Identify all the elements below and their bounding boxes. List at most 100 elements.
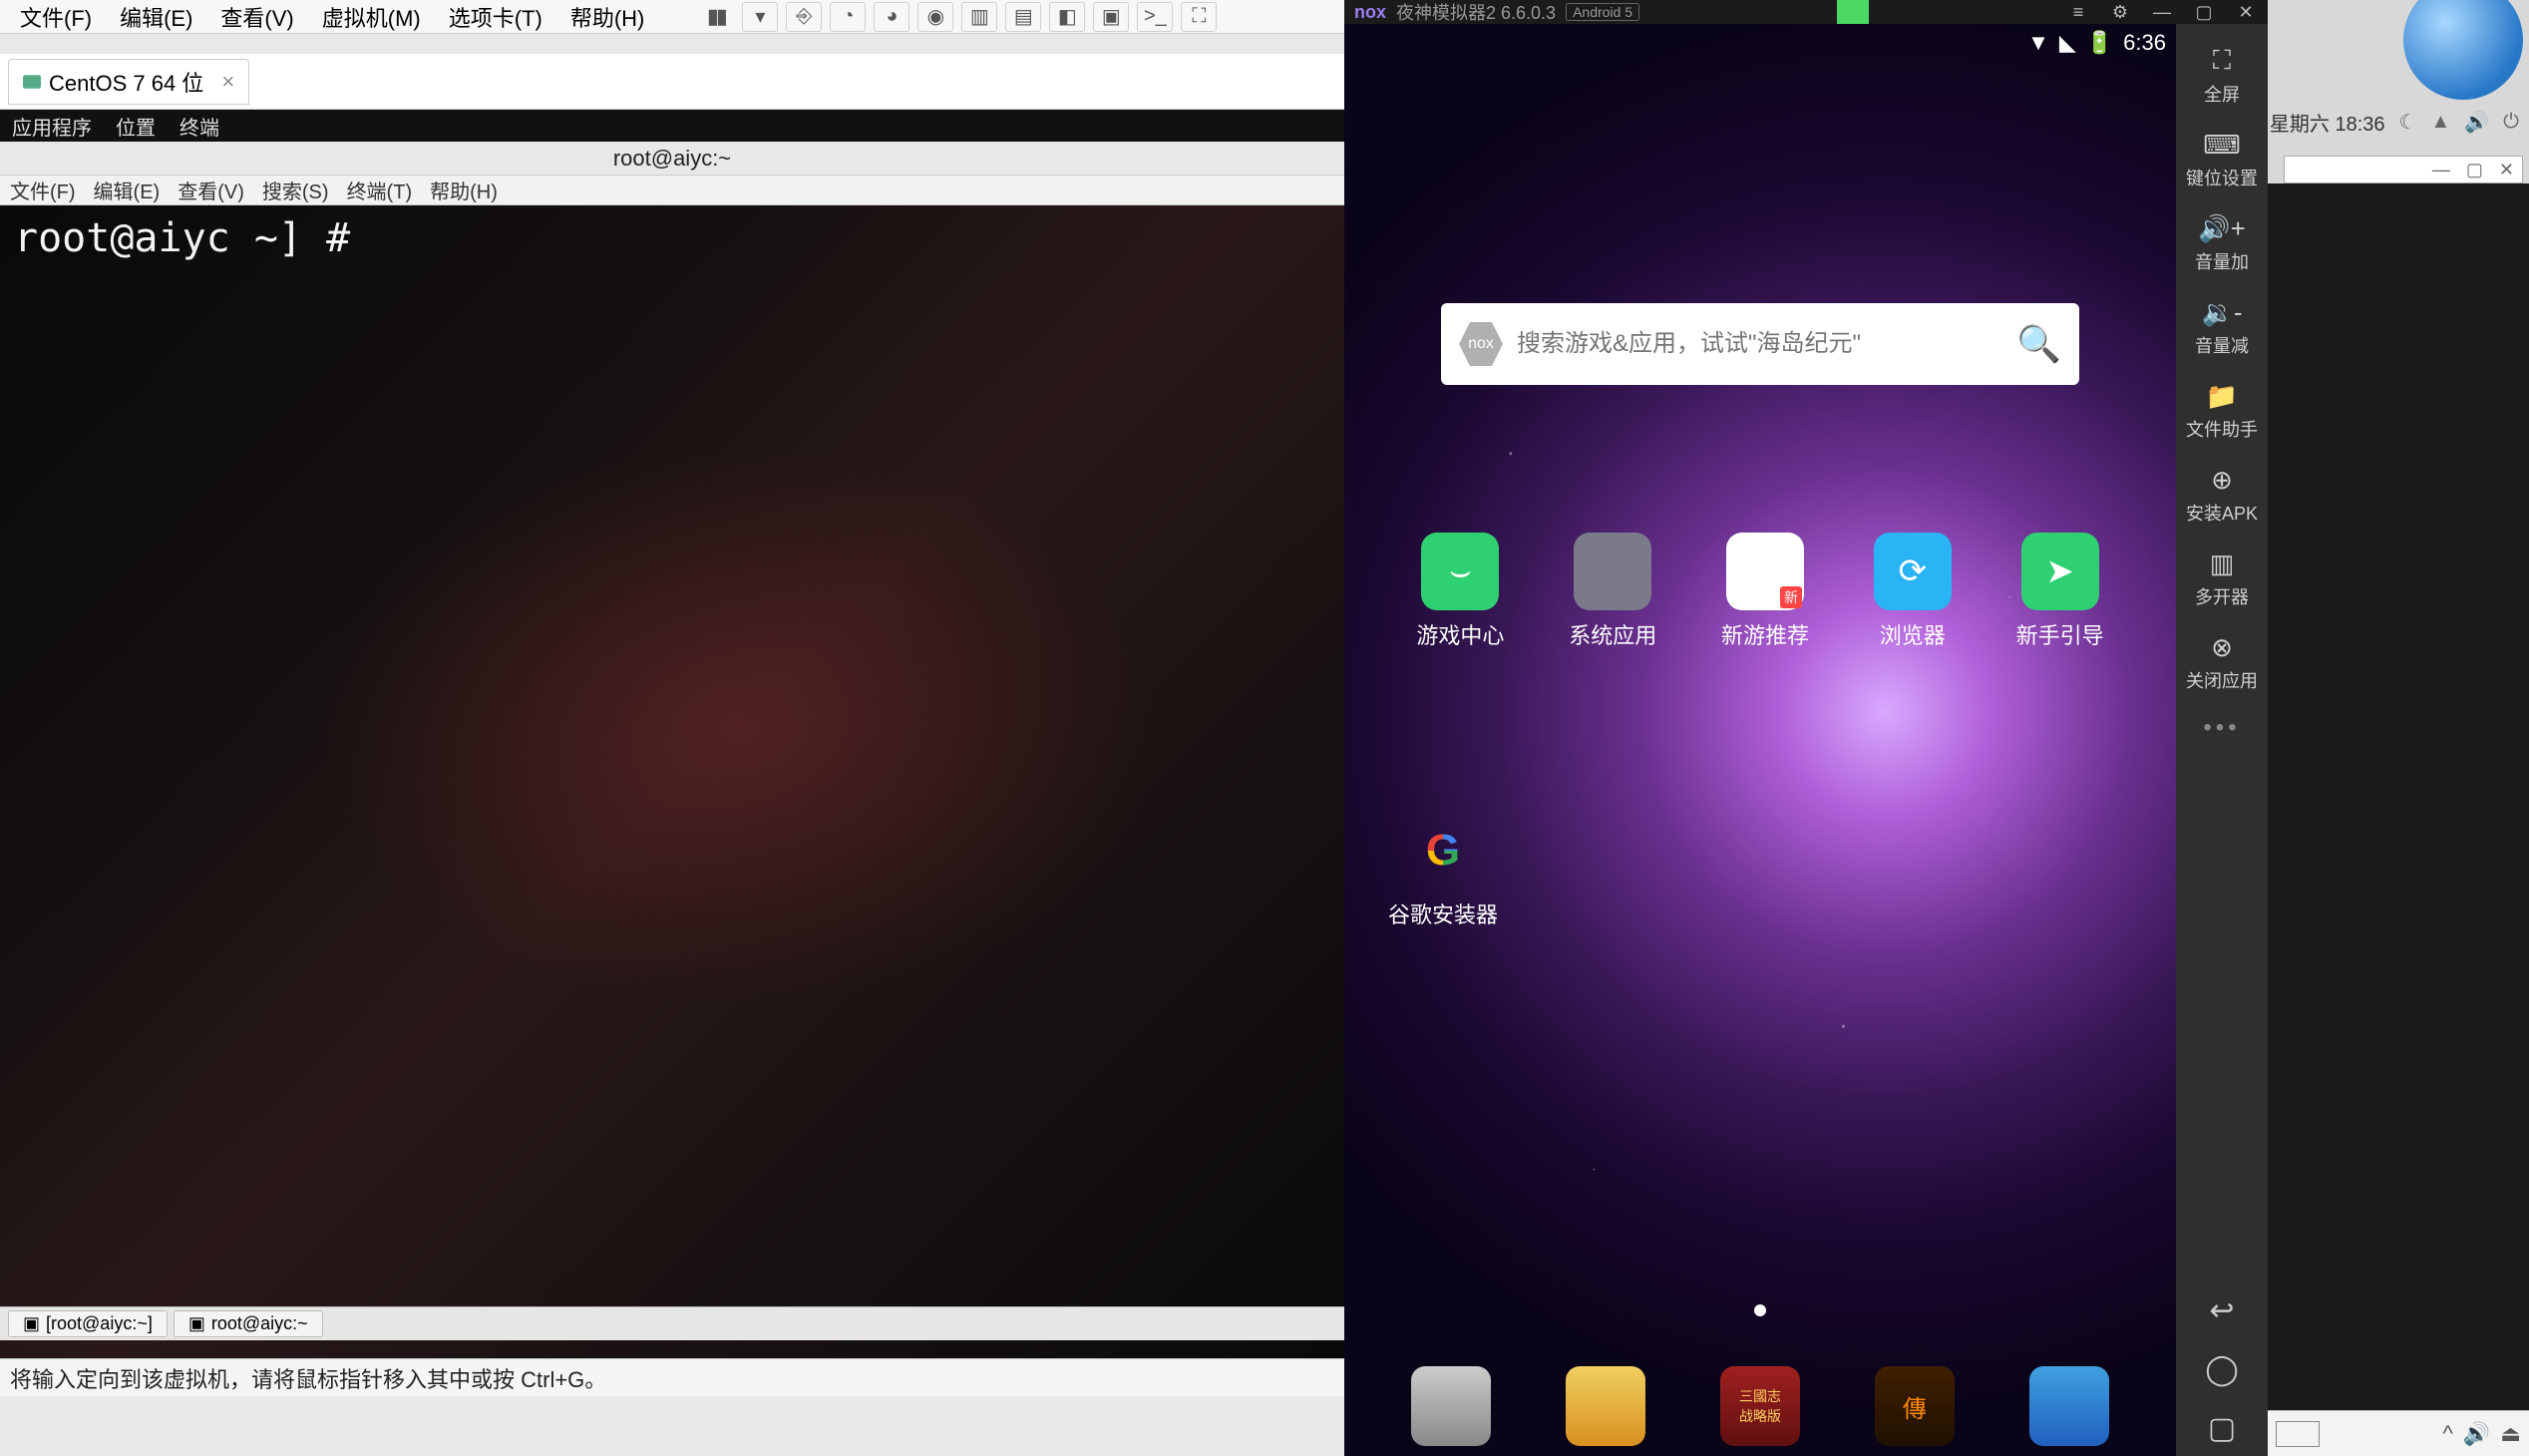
side-fullscreen[interactable]: ⛶ 全屏: [2176, 34, 2268, 118]
background-window-titlebar[interactable]: — ▢ ✕: [2284, 156, 2523, 183]
dock-app-2[interactable]: [1566, 1366, 1645, 1446]
app-guide[interactable]: ➤ 新手引导: [2016, 533, 2104, 650]
nox-multi-icon[interactable]: [1837, 0, 1869, 24]
side-volup[interactable]: 🔊+音量加: [2176, 201, 2268, 285]
terminal-body[interactable]: root@aiyc ~] #: [0, 205, 1344, 1366]
term-menu-edit[interactable]: 编辑(E): [94, 176, 161, 204]
term-menu-help[interactable]: 帮助(H): [430, 176, 498, 204]
battery-icon: 🔋: [2086, 30, 2113, 56]
menu-tabs[interactable]: 选项卡(T): [435, 1, 556, 33]
dock-app-4[interactable]: 傳: [1875, 1366, 1955, 1446]
app-system-apps[interactable]: 系统应用: [1569, 533, 1656, 650]
volume-up-icon: 🔊+: [2198, 213, 2246, 244]
tray-usb-icon[interactable]: ⏏: [2500, 1421, 2521, 1447]
volume-icon[interactable]: 🔊: [2464, 110, 2489, 135]
fullscreen-icon[interactable]: ⛶: [1181, 2, 1217, 32]
maximize-icon[interactable]: ▢: [2192, 2, 2216, 22]
nox-window-controls: ≡ ⚙ — ▢ ✕: [2066, 2, 2258, 22]
unity-icon[interactable]: ◧: [1049, 2, 1085, 32]
taskbar-item[interactable]: [2276, 1421, 2320, 1447]
vm-tab-centos[interactable]: CentOS 7 64 位 ×: [8, 59, 249, 105]
snapshot-mgr-icon[interactable]: ◉: [917, 2, 953, 32]
moon-icon[interactable]: ☾: [2399, 110, 2417, 135]
background-window-body: [2268, 183, 2529, 1410]
dock-app-3[interactable]: 三國志战略版: [1720, 1366, 1800, 1446]
side-voldown[interactable]: 🔉-音量减: [2176, 285, 2268, 369]
terminal-icon[interactable]: >_: [1137, 2, 1173, 32]
close-icon[interactable]: ✕: [2499, 160, 2514, 181]
more-icon[interactable]: •••: [2203, 714, 2240, 742]
tray-up-icon[interactable]: ^: [2442, 1421, 2452, 1447]
dropdown-icon[interactable]: ▾: [742, 2, 778, 32]
menu-help[interactable]: 帮助(H): [556, 1, 659, 33]
snapshot-revert-icon[interactable]: ◕: [874, 2, 909, 32]
side-keymap[interactable]: ⌨键位设置: [2176, 118, 2268, 201]
android-dock: 三國志战略版 傳: [1344, 1356, 2176, 1456]
vm-icon: [23, 73, 41, 91]
app-game-center[interactable]: ⌣ 游戏中心: [1416, 533, 1504, 650]
taskbar-btn-2[interactable]: ▣ root@aiyc:~: [174, 1310, 323, 1337]
back-key-icon[interactable]: ↩: [2209, 1293, 2234, 1328]
side-apk[interactable]: ⊕安装APK: [2176, 453, 2268, 537]
home-key-icon[interactable]: ◯: [2205, 1352, 2239, 1387]
side-label: 多开器: [2195, 583, 2249, 609]
menu-file[interactable]: 文件(F): [6, 1, 106, 33]
recents-key-icon[interactable]: ▢: [2208, 1411, 2236, 1446]
maximize-icon[interactable]: ▢: [2466, 160, 2483, 181]
taskbar-btn-1[interactable]: ▣ [root@aiyc:~]: [8, 1310, 168, 1337]
side-multi[interactable]: ▥ 多开器: [2176, 537, 2268, 620]
pause-icon[interactable]: ▮▮: [698, 2, 734, 32]
minimize-icon[interactable]: —: [2432, 160, 2450, 181]
console-icon[interactable]: ▣: [1093, 2, 1129, 32]
minimize-icon[interactable]: —: [2150, 2, 2174, 22]
gnome-places[interactable]: 位置: [116, 112, 156, 141]
search-box[interactable]: nox 🔍: [1441, 303, 2079, 385]
multi-icon: ▥: [2210, 548, 2235, 579]
dock-app-5[interactable]: [2029, 1366, 2109, 1446]
term-menu-search[interactable]: 搜索(S): [262, 176, 329, 204]
keyboard-icon: ⌨: [2203, 130, 2241, 161]
guide-icon: ➤: [2021, 533, 2099, 610]
side-closeapp[interactable]: ⊗关闭应用: [2176, 620, 2268, 704]
network-icon[interactable]: ▲: [2430, 111, 2450, 134]
app-google-installer[interactable]: G 谷歌安装器: [1388, 812, 1498, 929]
side-label: 全屏: [2204, 81, 2240, 107]
nox-emulator-window: nox 夜神模拟器2 6.6.0.3 Android 5 ≡ ⚙ — ▢ ✕ ▼…: [1344, 0, 2268, 1456]
globe-icon[interactable]: [2403, 0, 2523, 100]
dock-app-1[interactable]: [1411, 1366, 1491, 1446]
app-browser[interactable]: ⟳ 浏览器: [1874, 533, 1952, 650]
send-keys-icon[interactable]: ⎆: [786, 2, 822, 32]
host-tray: ^ 🔊 ⏏: [2442, 1421, 2521, 1447]
search-icon[interactable]: 🔍: [2016, 323, 2061, 365]
gnome-terminal[interactable]: 终端: [180, 112, 219, 141]
close-icon[interactable]: ✕: [2234, 2, 2258, 22]
close-icon[interactable]: ×: [221, 69, 234, 95]
nox-hex-icon: nox: [1459, 322, 1503, 366]
layout-icon[interactable]: ▥: [961, 2, 997, 32]
snapshot-take-icon[interactable]: ◔: [830, 2, 866, 32]
gnome-apps[interactable]: 应用程序: [12, 112, 92, 141]
menu-view[interactable]: 查看(V): [206, 1, 307, 33]
power-icon[interactable]: ⏻: [2503, 111, 2519, 134]
term-menu-view[interactable]: 查看(V): [178, 176, 244, 204]
menu-edit[interactable]: 编辑(E): [106, 1, 206, 33]
google-icon: G: [1404, 812, 1482, 890]
tray-volume-icon[interactable]: 🔊: [2463, 1421, 2490, 1447]
side-file[interactable]: 📁文件助手: [2176, 369, 2268, 453]
layout2-icon[interactable]: ▤: [1005, 2, 1041, 32]
gear-icon[interactable]: ⚙: [2108, 2, 2132, 22]
search-input[interactable]: [1517, 330, 2002, 358]
term-menu-file[interactable]: 文件(F): [10, 176, 76, 204]
app-new-games[interactable]: 新 新游推荐: [1721, 533, 1809, 650]
fullscreen-icon: ⛶: [2213, 45, 2231, 77]
menu-vm[interactable]: 虚拟机(M): [308, 1, 435, 33]
side-label: 关闭应用: [2186, 667, 2258, 693]
vm-tab-label: CentOS 7 64 位: [49, 66, 203, 98]
guest-vm-window: 应用程序 位置 终端 root@aiyc:~ 文件(F) 编辑(E) 查看(V)…: [0, 110, 1344, 1396]
nox-titlebar[interactable]: nox 夜神模拟器2 6.6.0.3 Android 5 ≡ ⚙ — ▢ ✕: [1344, 0, 2268, 24]
android-nav-keys: ↩ ◯ ▢: [2176, 1293, 2268, 1446]
android-screen[interactable]: ▼ ◣ 🔋 6:36 nox 🔍 ⌣ 游戏中心 系统应用 新: [1344, 24, 2176, 1456]
app-label: 新游推荐: [1721, 618, 1809, 650]
burger-icon[interactable]: ≡: [2066, 2, 2090, 22]
term-menu-terminal[interactable]: 终端(T): [347, 176, 413, 204]
